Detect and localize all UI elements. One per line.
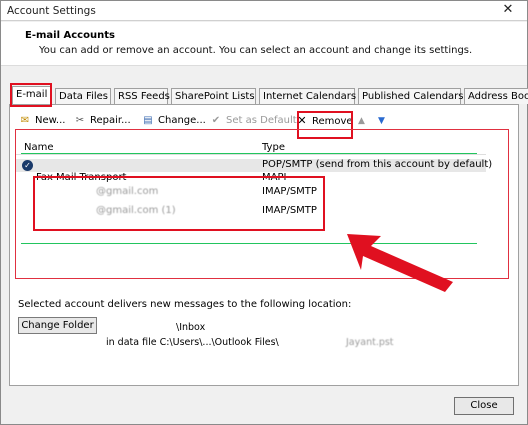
header-title: E-mail Accounts bbox=[25, 30, 115, 41]
account-type: MAPI bbox=[262, 172, 287, 183]
account-row[interactable]: @gmail.com (1) IMAP/SMTP bbox=[16, 205, 486, 218]
account-list: Name Type ✓ POP/SMTP (send from this acc… bbox=[16, 141, 511, 273]
remove-button[interactable]: ✕ Remove bbox=[295, 112, 353, 130]
account-row[interactable]: ✓ POP/SMTP (send from this account by de… bbox=[16, 159, 492, 172]
window-title: Account Settings bbox=[7, 5, 96, 17]
change-folder-button[interactable]: Change Folder bbox=[18, 317, 97, 334]
close-icon[interactable]: ✕ bbox=[499, 2, 517, 18]
account-type: IMAP/SMTP bbox=[262, 205, 317, 216]
default-account-check-icon: ✓ bbox=[22, 160, 33, 171]
remove-x-icon: ✕ bbox=[297, 114, 307, 127]
account-name: @gmail.com (1) bbox=[96, 205, 176, 216]
header-area: E-mail Accounts You can add or remove an… bbox=[1, 22, 527, 66]
guide-line-bottom bbox=[21, 243, 477, 244]
remove-label: Remove bbox=[312, 116, 353, 127]
guide-line-top bbox=[21, 153, 477, 154]
new-account-icon: ✉ bbox=[20, 115, 30, 126]
new-button[interactable]: ✉ New... bbox=[18, 112, 66, 130]
account-toolbar: ✉ New... ✂ Repair... ▤ Change... ✔ Set as De… bbox=[18, 112, 508, 130]
account-row[interactable]: @gmail.com IMAP/SMTP bbox=[16, 186, 486, 199]
move-up-button[interactable]: ▲ bbox=[358, 112, 365, 130]
tab-address-books[interactable]: Address Books bbox=[464, 88, 528, 104]
delivery-data-file-path: in data file C:\Users\...\Outlook Files\ bbox=[106, 337, 279, 348]
set-default-button[interactable]: ✔ Set as Default bbox=[209, 112, 297, 130]
repair-icon: ✂ bbox=[75, 115, 85, 126]
account-settings-dialog: Account Settings ✕ E-mail Accounts You c… bbox=[0, 0, 528, 425]
delivery-inbox-label: \Inbox bbox=[176, 322, 206, 333]
arrow-down-icon: ▼ bbox=[378, 116, 385, 126]
tab-published-calendars[interactable]: Published Calendars bbox=[358, 88, 464, 104]
header-description: You can add or remove an account. You ca… bbox=[39, 45, 473, 56]
account-type: IMAP/SMTP bbox=[262, 186, 317, 197]
arrow-up-icon: ▲ bbox=[358, 116, 365, 126]
tab-email[interactable]: E-mail bbox=[12, 86, 52, 104]
title-bar: Account Settings ✕ bbox=[1, 1, 527, 21]
account-name: Fax Mail Transport bbox=[36, 172, 127, 183]
close-button[interactable]: Close bbox=[454, 397, 514, 415]
delivery-location-label: Selected account delivers new messages t… bbox=[18, 299, 352, 310]
change-button[interactable]: ▤ Change... bbox=[141, 112, 206, 130]
account-row[interactable]: Fax Mail Transport MAPI bbox=[16, 172, 486, 185]
new-label: New... bbox=[35, 115, 66, 126]
change-label: Change... bbox=[158, 115, 206, 126]
repair-label: Repair... bbox=[90, 115, 131, 126]
tab-internet-calendars[interactable]: Internet Calendars bbox=[259, 88, 356, 104]
check-circle-icon: ✔ bbox=[211, 115, 221, 126]
column-type[interactable]: Type bbox=[262, 142, 285, 153]
column-name[interactable]: Name bbox=[24, 142, 54, 153]
delivery-pst-file: Jayant.pst bbox=[346, 337, 394, 348]
change-icon: ▤ bbox=[143, 115, 153, 126]
set-default-label: Set as Default bbox=[226, 115, 297, 126]
tab-rss-feeds[interactable]: RSS Feeds bbox=[114, 88, 170, 104]
tab-sharepoint-lists[interactable]: SharePoint Lists bbox=[171, 88, 256, 104]
move-down-button[interactable]: ▼ bbox=[378, 112, 385, 130]
tab-data-files[interactable]: Data Files bbox=[55, 88, 111, 104]
account-name: @gmail.com bbox=[96, 186, 159, 197]
account-type: POP/SMTP (send from this account by defa… bbox=[262, 159, 493, 170]
email-tab-panel: ✉ New... ✂ Repair... ▤ Change... ✔ Set as De… bbox=[9, 104, 519, 386]
repair-button[interactable]: ✂ Repair... bbox=[73, 112, 131, 130]
